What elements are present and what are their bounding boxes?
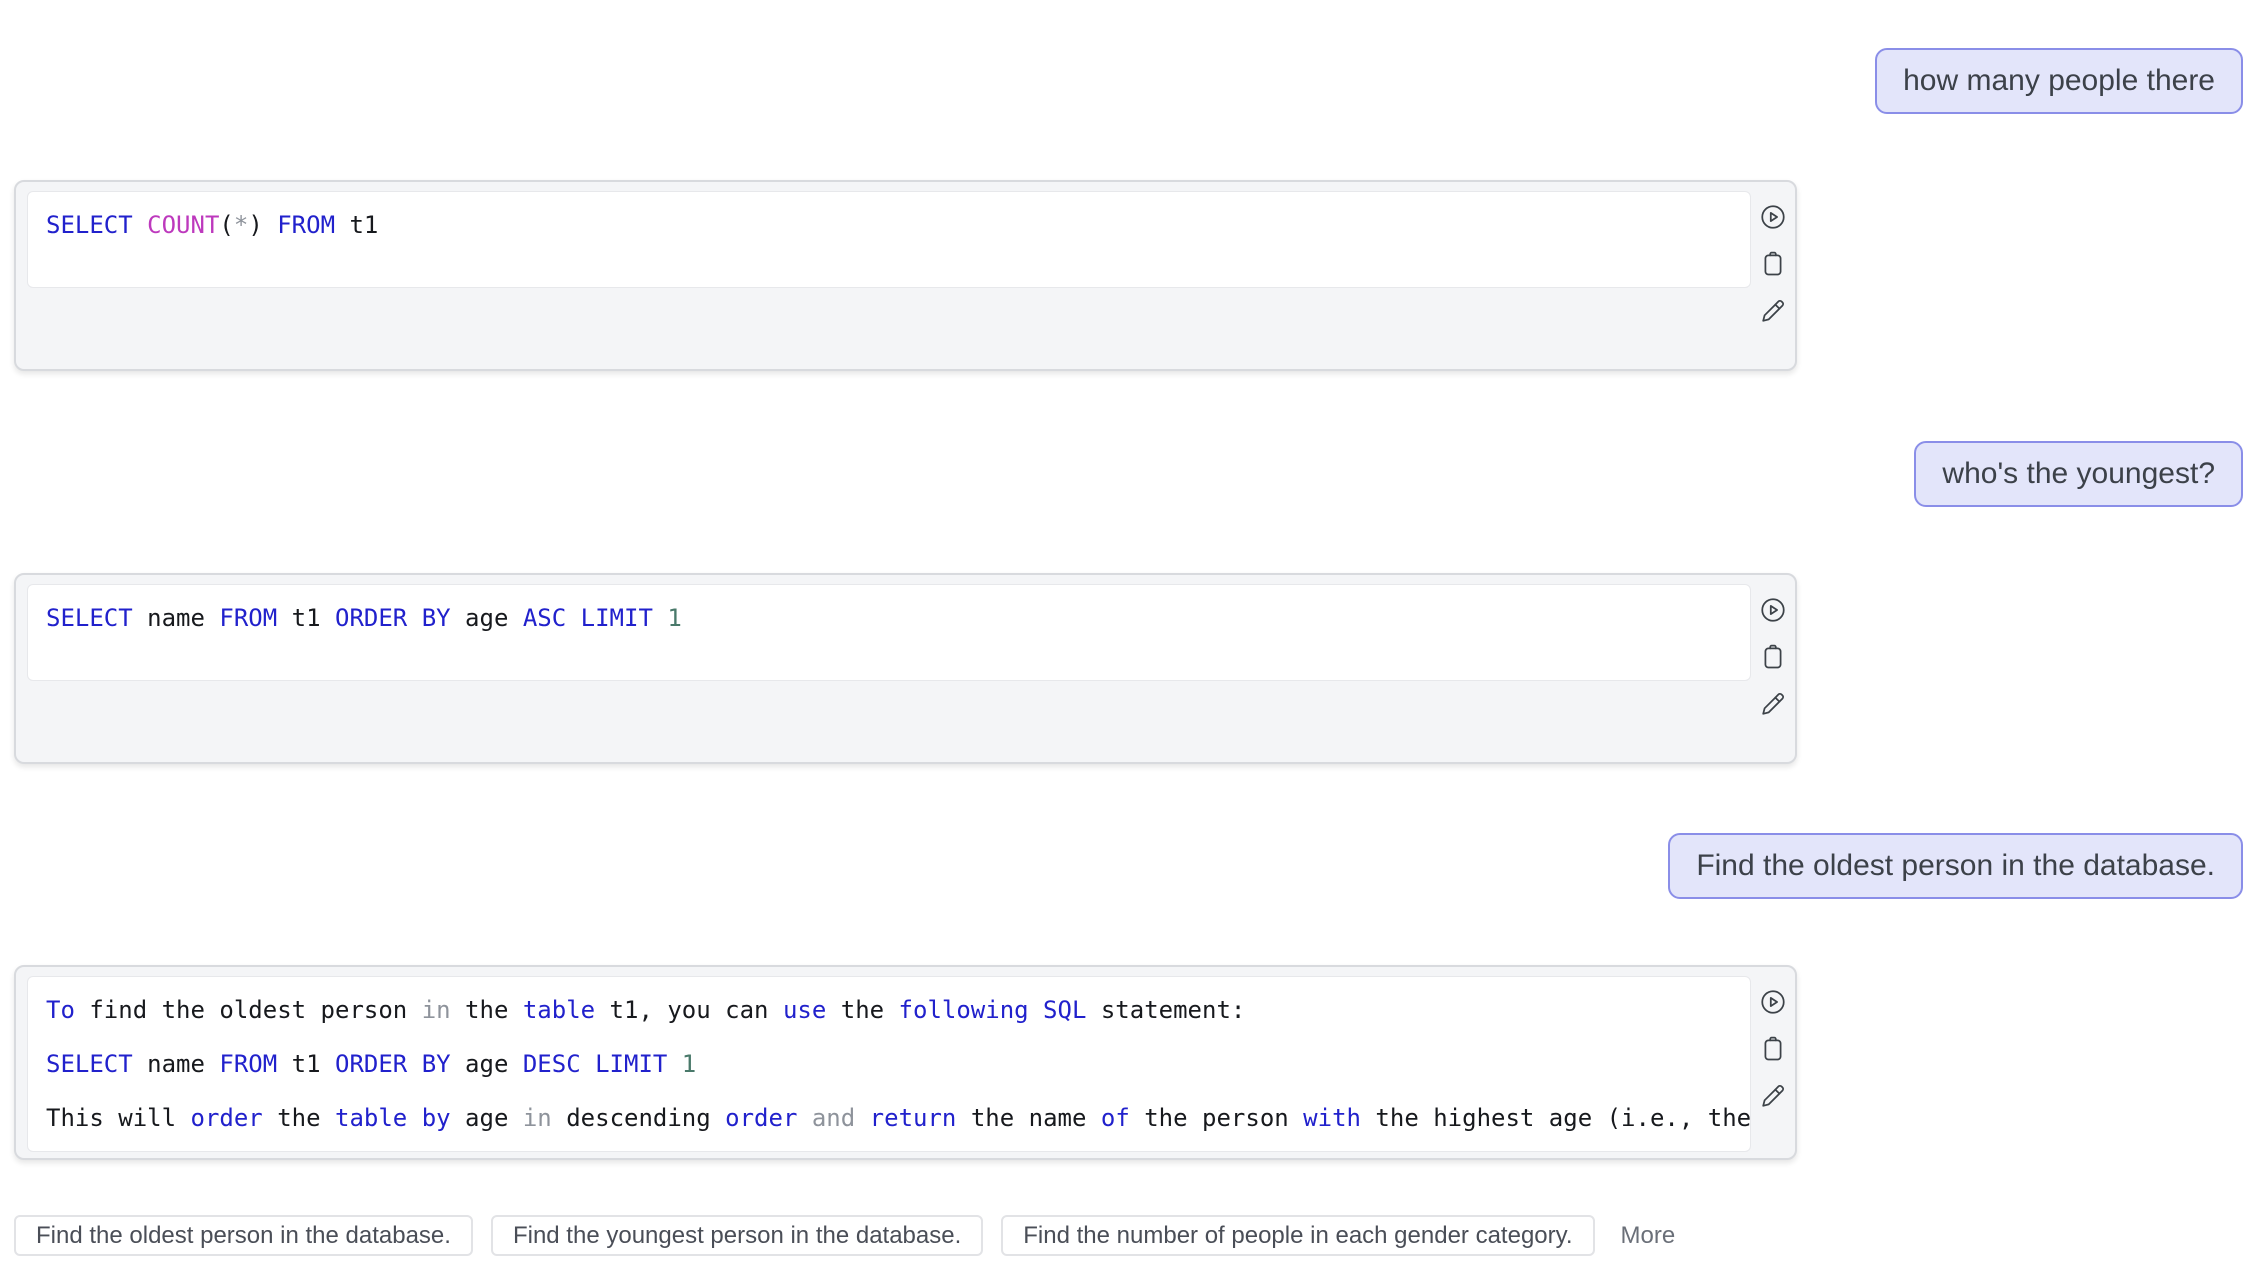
sql-actions-column [1751,584,1795,718]
clipboard-icon [1759,1035,1787,1063]
chat-history: how many people there SELECT COUNT(*) FRO… [14,48,2243,1160]
edit-button[interactable] [1759,297,1787,325]
run-button[interactable] [1759,988,1787,1016]
pencil-icon [1759,690,1787,718]
user-message-row: Find the oldest person in the database. [14,833,2243,899]
sql-code-editor[interactable]: To find the oldest person in the table t… [27,976,1751,1152]
user-message-bubble: Find the oldest person in the database. [1668,833,2243,899]
assistant-sql-response: SELECT name FROM t1 ORDER BY age ASC LIM… [14,573,1797,764]
code-line: To find the oldest person in the table t… [46,983,1732,1037]
sql-code-editor[interactable]: SELECT COUNT(*) FROM t1 [27,191,1751,288]
suggestions-row: Find the oldest person in the database. F… [14,1215,2243,1256]
sql-code-editor[interactable]: SELECT name FROM t1 ORDER BY age ASC LIM… [27,584,1751,681]
play-circle-icon [1759,988,1787,1016]
copy-button[interactable] [1759,1035,1787,1063]
suggestion-button[interactable]: Find the youngest person in the database… [491,1215,983,1256]
user-message-bubble: who's the youngest? [1914,441,2243,507]
bytebase-ai-chat-panel: how many people there SELECT COUNT(*) FRO… [0,48,2266,1274]
clipboard-icon [1759,643,1787,671]
code-line: SELECT name FROM t1 ORDER BY age DESC LI… [46,1037,1732,1091]
code-line: SELECT COUNT(*) FROM t1 [46,198,1732,252]
code-line: SELECT name FROM t1 ORDER BY age ASC LIM… [46,591,1732,645]
sql-actions-column [1751,976,1795,1110]
pencil-icon [1759,297,1787,325]
code-line: This will order the table by age in desc… [46,1091,1732,1145]
user-message-row: who's the youngest? [14,441,2243,507]
copy-button[interactable] [1759,643,1787,671]
assistant-sql-response: To find the oldest person in the table t… [14,965,1797,1160]
suggestion-button[interactable]: Find the number of people in each gender… [1001,1215,1594,1256]
copy-button[interactable] [1759,250,1787,278]
sql-actions-column [1751,191,1795,325]
edit-button[interactable] [1759,690,1787,718]
clipboard-icon [1759,250,1787,278]
run-button[interactable] [1759,203,1787,231]
suggestion-button[interactable]: Find the oldest person in the database. [14,1215,473,1256]
edit-button[interactable] [1759,1082,1787,1110]
more-button[interactable]: More [1621,1222,1676,1250]
assistant-sql-response: SELECT COUNT(*) FROM t1 [14,180,1797,371]
pencil-icon [1759,1082,1787,1110]
user-message-row: how many people there [14,48,2243,114]
run-button[interactable] [1759,596,1787,624]
user-message-bubble: how many people there [1875,48,2243,114]
play-circle-icon [1759,203,1787,231]
play-circle-icon [1759,596,1787,624]
